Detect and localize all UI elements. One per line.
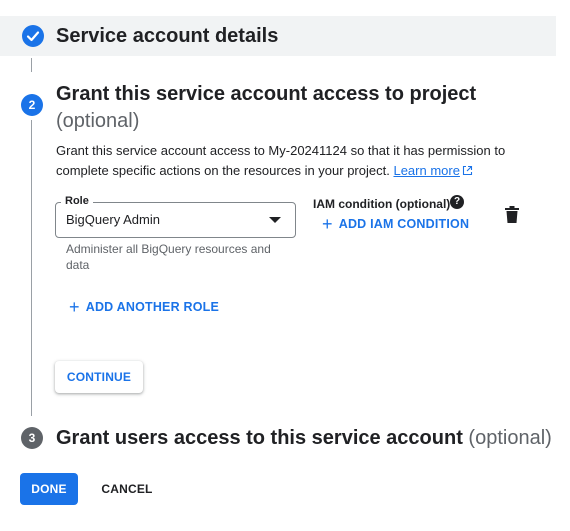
step2-title: Grant this service account access to pro… (56, 83, 477, 105)
role-helper-text: Administer all BigQuery resources and da… (66, 242, 271, 272)
learn-more-link[interactable]: Learn more (393, 163, 473, 178)
step-connector (31, 120, 32, 416)
step3-optional-label: (optional) (468, 427, 552, 449)
continue-button[interactable]: CONTINUE (55, 361, 143, 393)
iam-condition-label: IAM condition (optional) (313, 197, 451, 211)
step3-header[interactable]: Grant users access to this service accou… (56, 425, 552, 451)
dropdown-arrow-icon (269, 217, 281, 223)
step-connector (31, 58, 32, 72)
check-icon (22, 25, 44, 47)
role-label: Role (61, 194, 93, 208)
role-select-value: BigQuery Admin (66, 212, 160, 227)
question-mark-icon[interactable]: ? (450, 195, 464, 209)
add-another-role-button[interactable]: + ADD ANOTHER ROLE (69, 297, 219, 317)
step2-optional-label: (optional) (56, 110, 140, 132)
add-iam-condition-button[interactable]: + ADD IAM CONDITION (322, 214, 469, 234)
step2-number-badge: 2 (21, 94, 43, 116)
plus-icon: + (322, 214, 333, 234)
plus-icon: + (69, 297, 80, 317)
step1-title: Service account details (56, 25, 279, 47)
step3-title: Grant users access to this service accou… (56, 427, 463, 449)
trash-icon[interactable] (505, 206, 519, 224)
step2-description: Grant this service account access to My-… (56, 141, 526, 182)
cancel-button[interactable]: CANCEL (98, 473, 156, 505)
done-button[interactable]: DONE (20, 473, 78, 505)
step1-header[interactable]: Service account details (0, 16, 556, 56)
step3-number-badge: 3 (21, 427, 43, 449)
external-link-icon (462, 162, 473, 182)
